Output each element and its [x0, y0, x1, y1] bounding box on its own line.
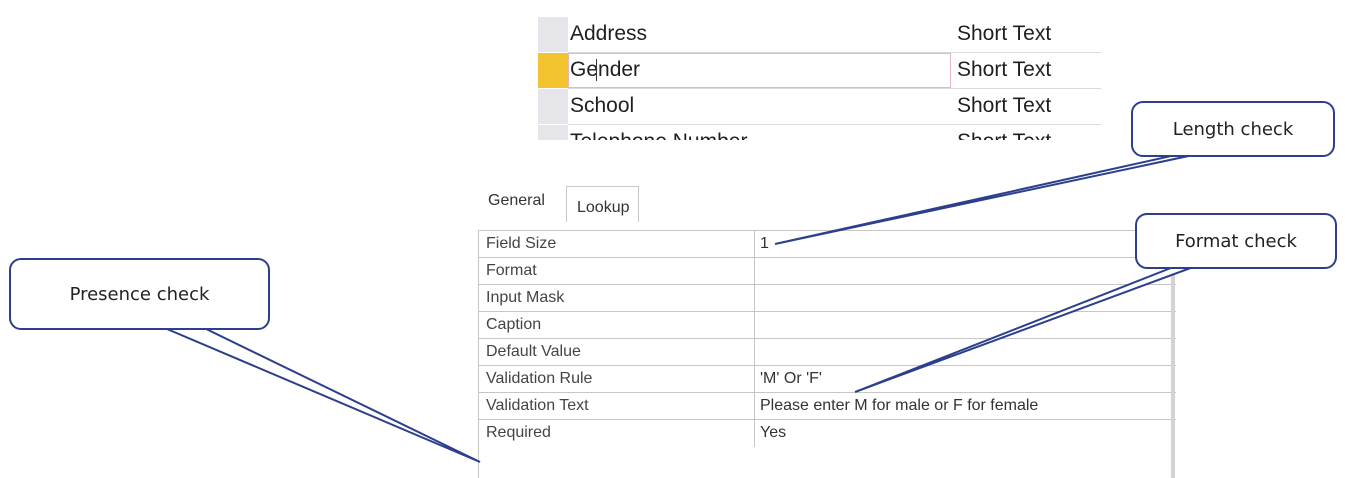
callout-label: Length check	[1172, 118, 1294, 140]
field-row-school[interactable]: School Short Text	[538, 89, 1101, 125]
field-name[interactable]: Address	[570, 22, 647, 46]
property-label: Format	[486, 262, 537, 279]
field-name[interactable]: School	[570, 94, 634, 118]
property-row-required[interactable]: Required Yes	[479, 420, 1176, 447]
property-row-input-mask[interactable]: Input Mask	[479, 285, 1176, 312]
column-divider	[754, 420, 755, 447]
field-type[interactable]: Short Text	[957, 130, 1051, 140]
field-grid: Address Short Text Gender Short Text Sch…	[538, 14, 1101, 140]
field-name[interactable]: Gender	[570, 58, 640, 82]
length-check-callout: Length check	[1131, 101, 1335, 157]
column-divider	[754, 339, 755, 366]
property-label: Required	[486, 424, 551, 441]
row-selector[interactable]	[538, 17, 568, 52]
row-selector[interactable]	[538, 125, 568, 140]
property-row-format[interactable]: Format	[479, 258, 1176, 285]
property-label: Default Value	[486, 343, 581, 360]
property-row-caption[interactable]: Caption	[479, 312, 1176, 339]
field-row-telephone[interactable]: Telephone Number Short Text	[538, 125, 1101, 140]
field-type[interactable]: Short Text	[957, 58, 1051, 82]
field-properties-sheet: Field Size 1 Format Input Mask Caption D…	[478, 230, 1176, 478]
property-label: Caption	[486, 316, 542, 333]
property-row-default-value[interactable]: Default Value	[479, 339, 1176, 366]
property-label: Field Size	[486, 235, 557, 252]
presence-check-callout: Presence check	[9, 258, 270, 330]
column-divider	[754, 312, 755, 339]
property-row-field-size[interactable]: Field Size 1	[479, 231, 1176, 258]
property-label: Validation Rule	[486, 370, 593, 387]
property-label: Input Mask	[486, 289, 565, 306]
property-value[interactable]: 1	[760, 235, 769, 253]
field-row-gender[interactable]: Gender Short Text	[538, 53, 1101, 89]
text-cursor	[596, 59, 597, 81]
property-row-validation-rule[interactable]: Validation Rule 'M' Or 'F'	[479, 366, 1176, 393]
column-divider	[754, 366, 755, 393]
column-divider	[754, 285, 755, 312]
field-name[interactable]: Telephone Number	[570, 130, 747, 140]
column-divider	[754, 258, 755, 285]
column-divider	[754, 393, 755, 420]
field-type[interactable]: Short Text	[957, 22, 1051, 46]
presence-check-pointer	[159, 325, 481, 463]
row-selector[interactable]	[538, 89, 568, 124]
row-selector-active[interactable]	[538, 53, 568, 88]
column-divider	[754, 231, 755, 258]
property-value[interactable]: Yes	[760, 424, 786, 442]
property-label: Validation Text	[486, 397, 589, 414]
tab-general[interactable]: General	[488, 192, 545, 210]
property-row-validation-text[interactable]: Validation Text Please enter M for male …	[479, 393, 1176, 420]
property-value[interactable]: Please enter M for male or F for female	[760, 397, 1038, 415]
field-type[interactable]: Short Text	[957, 94, 1051, 118]
property-value[interactable]: 'M' Or 'F'	[760, 370, 822, 388]
field-row-address[interactable]: Address Short Text	[538, 17, 1101, 53]
callout-label: Presence check	[69, 283, 210, 305]
callout-label: Format check	[1175, 230, 1297, 252]
format-check-callout: Format check	[1135, 213, 1337, 269]
tab-lookup[interactable]: Lookup	[566, 186, 639, 222]
